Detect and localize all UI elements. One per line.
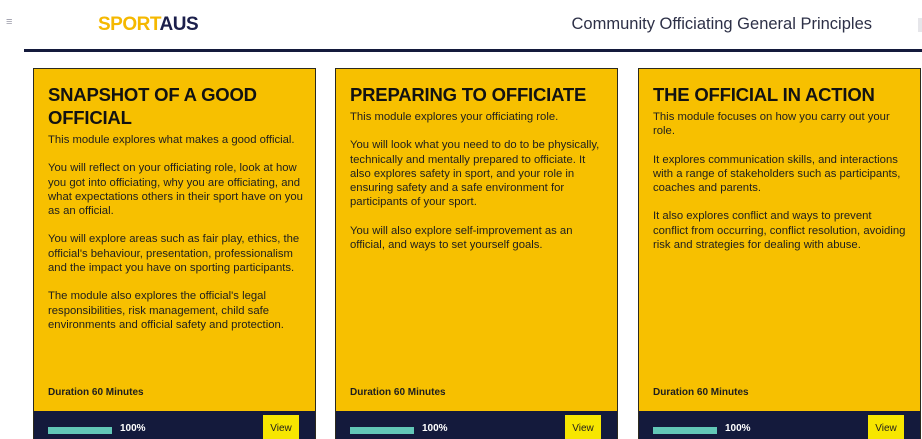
module-paragraph: It explores communication skills, and in… <box>653 153 901 195</box>
module-card-preparing: PREPARING TO OFFICIATE This module explo… <box>335 68 618 439</box>
logo-aus-text: AUS <box>159 14 199 35</box>
module-title: PREPARING TO OFFICIATE <box>350 84 587 105</box>
header-divider <box>24 49 922 52</box>
module-duration: Duration 60 Minutes <box>653 387 749 398</box>
module-description: This module explores what makes a good o… <box>48 133 303 332</box>
module-description: This module focuses on how you carry out… <box>653 110 908 252</box>
module-paragraph: The module also explores the official's … <box>48 290 284 331</box>
progress-bar <box>653 427 717 434</box>
view-button[interactable]: View <box>263 415 299 439</box>
progress-label: 100% <box>120 423 146 434</box>
module-title: THE OFFICIAL IN ACTION <box>653 84 875 105</box>
logo-sport-text: SPORT <box>98 14 160 35</box>
module-paragraph: You will explore areas such as fair play… <box>48 233 300 275</box>
menu-icon[interactable]: ≡ <box>6 17 12 28</box>
module-footer: 100% View <box>34 411 315 439</box>
view-button[interactable]: View <box>565 415 601 439</box>
module-description: This module explores your officiating ro… <box>350 110 605 252</box>
module-footer: 100% View <box>639 411 920 439</box>
header-edge-control[interactable] <box>918 18 922 32</box>
progress-bar-fill <box>48 427 112 434</box>
sportaus-logo[interactable]: SPORTAUS <box>98 14 199 36</box>
progress-label: 100% <box>725 423 751 434</box>
module-card-in-action: THE OFFICIAL IN ACTION This module focus… <box>638 68 921 439</box>
module-paragraph: It also explores conflict and ways to pr… <box>653 210 906 252</box>
progress-bar-fill <box>653 427 717 434</box>
module-title: SNAPSHOT OF A GOOD OFFICIAL <box>48 84 257 128</box>
module-paragraph: This module explores what makes a good o… <box>48 134 295 146</box>
progress-bar <box>48 427 112 434</box>
module-paragraph: This module focuses on how you carry out… <box>653 111 890 138</box>
page: ≡ SPORTAUS Community Officiating General… <box>0 0 922 439</box>
module-duration: Duration 60 Minutes <box>48 387 144 398</box>
module-paragraph: You will reflect on your officiating rol… <box>48 162 303 218</box>
progress-bar <box>350 427 414 434</box>
module-footer: 100% View <box>336 411 617 439</box>
module-paragraph: You will also explore self-improvement a… <box>350 224 573 252</box>
module-paragraph: This module explores your officiating ro… <box>350 111 559 123</box>
view-button[interactable]: View <box>868 415 904 439</box>
module-duration: Duration 60 Minutes <box>350 387 446 398</box>
module-paragraph: You will look what you need to do to be … <box>350 139 600 209</box>
progress-bar-fill <box>350 427 414 434</box>
page-title: Community Officiating General Principles <box>571 15 872 33</box>
progress-label: 100% <box>422 423 448 434</box>
module-card-snapshot: SNAPSHOT OF A GOOD OFFICIAL This module … <box>33 68 316 439</box>
